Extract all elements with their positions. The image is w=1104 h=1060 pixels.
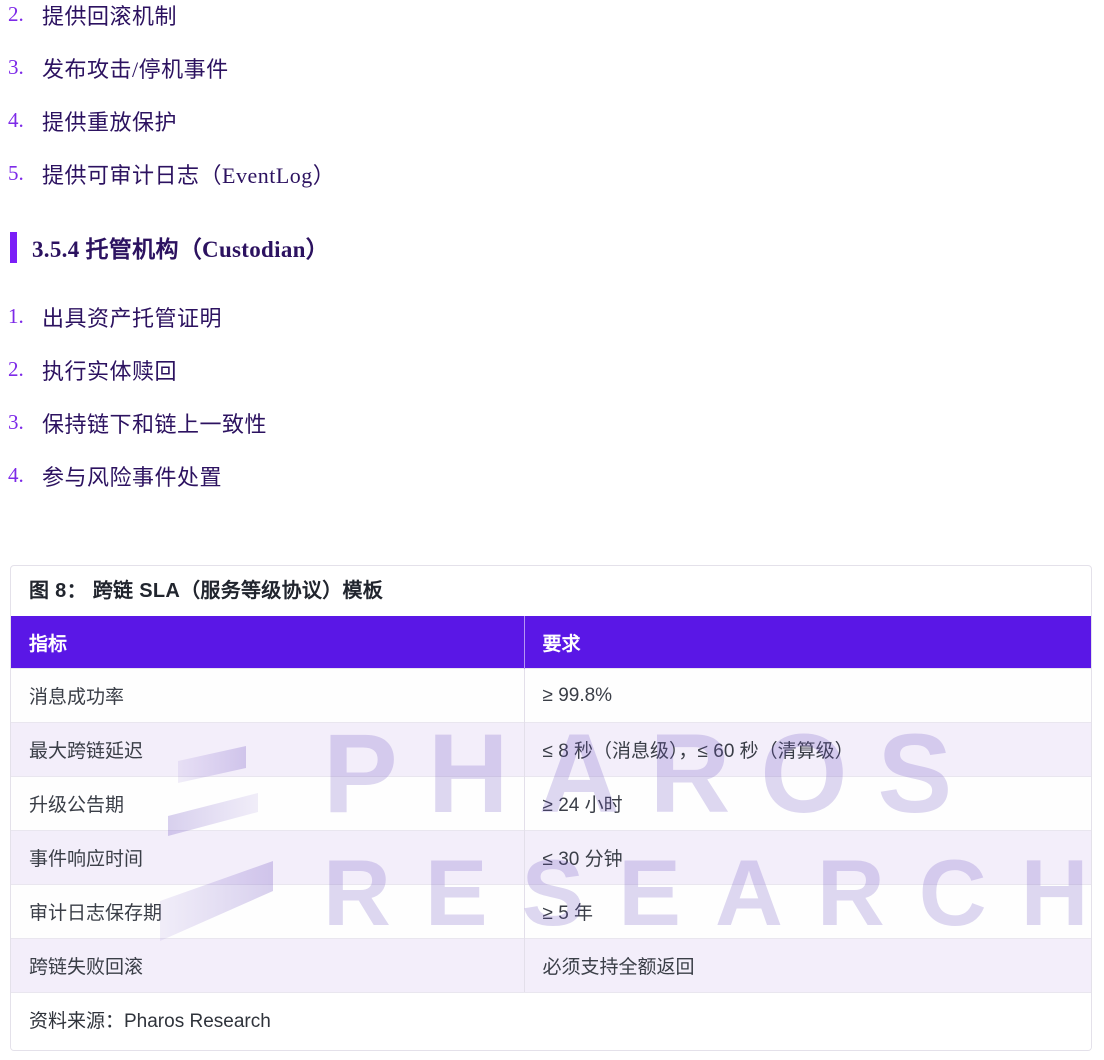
list-item: 3. 发布攻击/停机事件 bbox=[8, 41, 1104, 94]
section-heading: 3.5.4 托管机构（Custodian） bbox=[10, 230, 1104, 264]
list-item-text: 提供可审计日志（EventLog） bbox=[42, 158, 335, 190]
column-header-requirement: 要求 bbox=[524, 616, 1091, 669]
table-row: 审计日志保存期 ≥ 5 年 bbox=[11, 885, 1091, 939]
document-page: 2. 提供回滚机制 3. 发布攻击/停机事件 4. 提供重放保护 5. 提供可审… bbox=[0, 0, 1104, 1048]
table-row: 事件响应时间 ≤ 30 分钟 bbox=[11, 831, 1091, 885]
list-item: 4. 参与风险事件处置 bbox=[8, 449, 1104, 502]
list-item-number: 1. bbox=[8, 304, 42, 329]
list-item-number: 3. bbox=[8, 55, 42, 80]
requirement-cell: ≥ 99.8% bbox=[524, 669, 1091, 723]
table-row: 升级公告期 ≥ 24 小时 bbox=[11, 777, 1091, 831]
metric-cell: 消息成功率 bbox=[11, 669, 524, 723]
list-item-text: 出具资产托管证明 bbox=[42, 301, 222, 333]
column-header-metric: 指标 bbox=[11, 616, 524, 669]
list-item: 4. 提供重放保护 bbox=[8, 94, 1104, 147]
requirement-cell: ≤ 30 分钟 bbox=[524, 831, 1091, 885]
list-item-text: 参与风险事件处置 bbox=[42, 460, 222, 492]
bridge-duties-list: 2. 提供回滚机制 3. 发布攻击/停机事件 4. 提供重放保护 5. 提供可审… bbox=[8, 0, 1104, 200]
list-item-text: 发布攻击/停机事件 bbox=[42, 52, 229, 84]
list-item-number: 5. bbox=[8, 161, 42, 186]
table-row: 跨链失败回滚 必须支持全额返回 bbox=[11, 939, 1091, 993]
metric-cell: 升级公告期 bbox=[11, 777, 524, 831]
list-item: 3. 保持链下和链上一致性 bbox=[8, 396, 1104, 449]
metric-cell: 事件响应时间 bbox=[11, 831, 524, 885]
table-row: 最大跨链延迟 ≤ 8 秒（消息级），≤ 60 秒（清算级） bbox=[11, 723, 1091, 777]
list-item-text: 执行实体赎回 bbox=[42, 354, 177, 386]
custodian-duties-list: 1. 出具资产托管证明 2. 执行实体赎回 3. 保持链下和链上一致性 4. 参… bbox=[8, 290, 1104, 502]
requirement-cell: ≤ 8 秒（消息级），≤ 60 秒（清算级） bbox=[524, 723, 1091, 777]
list-item: 2. 执行实体赎回 bbox=[8, 343, 1104, 396]
list-item-number: 4. bbox=[8, 463, 42, 488]
table-row: 消息成功率 ≥ 99.8% bbox=[11, 669, 1091, 723]
list-item-text: 提供回滚机制 bbox=[42, 0, 177, 31]
list-item-text: 提供重放保护 bbox=[42, 105, 177, 137]
figure-source: 资料来源：Pharos Research bbox=[11, 992, 1091, 1050]
list-item-text: 保持链下和链上一致性 bbox=[42, 407, 267, 439]
list-item-number: 4. bbox=[8, 108, 42, 133]
table-header-row: 指标 要求 bbox=[11, 616, 1091, 669]
requirement-cell: ≥ 5 年 bbox=[524, 885, 1091, 939]
requirement-cell: 必须支持全额返回 bbox=[524, 939, 1091, 993]
section-heading-text: 3.5.4 托管机构（Custodian） bbox=[32, 230, 329, 264]
list-item: 1. 出具资产托管证明 bbox=[8, 290, 1104, 343]
list-item-number: 2. bbox=[8, 357, 42, 382]
figure-title: 图 8： 跨链 SLA（服务等级协议）模板 bbox=[11, 566, 1091, 616]
list-item-number: 3. bbox=[8, 410, 42, 435]
heading-accent-bar bbox=[10, 232, 17, 263]
list-item: 5. 提供可审计日志（EventLog） bbox=[8, 147, 1104, 200]
sla-figure-card: 图 8： 跨链 SLA（服务等级协议）模板 指标 要求 消息成功率 ≥ 99.8… bbox=[10, 565, 1092, 1051]
list-item-number: 2. bbox=[8, 2, 42, 27]
metric-cell: 跨链失败回滚 bbox=[11, 939, 524, 993]
metric-cell: 最大跨链延迟 bbox=[11, 723, 524, 777]
metric-cell: 审计日志保存期 bbox=[11, 885, 524, 939]
list-item: 2. 提供回滚机制 bbox=[8, 0, 1104, 41]
requirement-cell: ≥ 24 小时 bbox=[524, 777, 1091, 831]
sla-table: 指标 要求 消息成功率 ≥ 99.8% 最大跨链延迟 ≤ 8 秒（消息级），≤ … bbox=[11, 616, 1091, 992]
